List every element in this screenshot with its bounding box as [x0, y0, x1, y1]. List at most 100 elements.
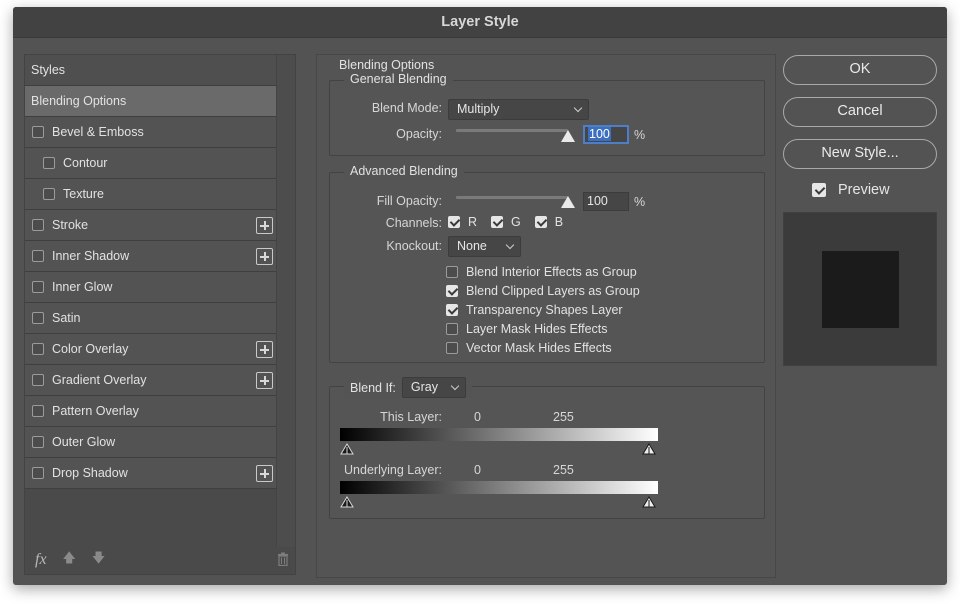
style-item-label: Color Overlay	[52, 342, 129, 356]
style-item-drop-shadow[interactable]: Drop Shadow	[25, 458, 277, 489]
style-item-pattern-overlay[interactable]: Pattern Overlay	[25, 396, 277, 427]
option-checkbox[interactable]	[446, 284, 458, 297]
style-item-label: Inner Glow	[52, 280, 113, 294]
channel-label: B	[554, 215, 564, 229]
blend-mode-value: Multiply	[457, 102, 500, 116]
channel-label: G	[511, 215, 521, 229]
style-checkbox[interactable]	[32, 312, 44, 324]
new-style-button[interactable]: New Style...	[783, 139, 937, 169]
style-item-contour[interactable]: Contour	[25, 148, 277, 179]
style-item-styles[interactable]: Styles	[25, 55, 277, 86]
channel-checkbox[interactable]	[534, 216, 547, 228]
opacity-input[interactable]: 100	[583, 125, 629, 144]
option-checkbox[interactable]	[446, 303, 458, 316]
underlying-layer-gradient	[340, 481, 658, 494]
channel-b-toggle[interactable]: B	[534, 215, 564, 229]
this-layer-white-stop[interactable]	[642, 443, 656, 455]
blend-if-dropdown[interactable]: Gray	[401, 377, 466, 398]
channel-checkbox[interactable]	[448, 216, 460, 228]
general-blending-group: General Blending Blend Mode: Multiply Op…	[329, 72, 765, 156]
knockout-label: Knockout:	[386, 239, 442, 253]
style-item-label: Outer Glow	[52, 435, 116, 449]
fill-opacity-input[interactable]: 100	[583, 192, 629, 211]
fill-opacity-label: Fill Opacity:	[376, 194, 442, 208]
opacity-slider-track[interactable]	[456, 129, 568, 132]
trash-icon[interactable]	[277, 552, 289, 566]
ok-button[interactable]: OK	[783, 55, 937, 85]
style-checkbox[interactable]	[32, 126, 44, 138]
style-item-label: Blending Options	[31, 94, 127, 108]
this-layer-black-stop[interactable]	[340, 443, 354, 455]
style-checkbox[interactable]	[32, 281, 44, 293]
fill-opacity-slider-thumb[interactable]	[561, 196, 575, 208]
arrow-up-icon[interactable]: 🡅	[63, 549, 76, 571]
add-inner-shadow-icon[interactable]	[256, 248, 273, 265]
channel-r-toggle[interactable]: R	[448, 215, 477, 229]
style-checkbox[interactable]	[32, 467, 44, 479]
style-item-label: Inner Shadow	[52, 249, 130, 263]
cancel-button[interactable]: Cancel	[783, 97, 937, 127]
opacity-label: Opacity:	[396, 127, 442, 141]
style-item-label: Texture	[63, 187, 104, 201]
fx-menu-button[interactable]: fx	[35, 551, 47, 569]
chevron-down-icon	[573, 103, 583, 113]
style-checkbox[interactable]	[43, 188, 55, 200]
style-item-outer-glow[interactable]: Outer Glow	[25, 427, 277, 458]
option-checkbox[interactable]	[446, 322, 458, 335]
underlying-layer-label: Underlying Layer:	[344, 463, 442, 477]
blend-if-value: Gray	[410, 380, 438, 394]
styles-scrollbar[interactable]	[276, 55, 295, 547]
advanced-options-list: Blend Interior Effects as Group Blend Cli…	[446, 262, 640, 357]
underlying-layer-min: 0	[474, 463, 481, 477]
style-item-stroke[interactable]: Stroke	[25, 210, 277, 241]
channel-label: R	[468, 215, 478, 229]
option-transparency-shapes-layer[interactable]: Transparency Shapes Layer	[446, 300, 640, 319]
layer-style-dialog: Layer Style Styles Blending Options Bevel …	[13, 7, 947, 585]
channel-g-toggle[interactable]: G	[491, 215, 521, 229]
option-label: Transparency Shapes Layer	[466, 302, 623, 317]
add-drop-shadow-icon[interactable]	[256, 465, 273, 482]
opacity-slider-thumb[interactable]	[561, 130, 575, 142]
option-label: Layer Mask Hides Effects	[466, 321, 608, 336]
option-blend-interior-effects-as-group[interactable]: Blend Interior Effects as Group	[446, 262, 640, 281]
style-item-color-overlay[interactable]: Color Overlay	[25, 334, 277, 365]
option-checkbox[interactable]	[446, 265, 458, 278]
advanced-blending-group: Advanced Blending Fill Opacity: 100 % Ch…	[329, 164, 765, 363]
style-checkbox[interactable]	[32, 405, 44, 417]
style-item-blending-options[interactable]: Blending Options	[25, 86, 277, 117]
arrow-down-icon[interactable]: 🡇	[92, 549, 105, 571]
add-gradient-overlay-icon[interactable]	[256, 372, 273, 389]
option-layer-mask-hides-effects[interactable]: Layer Mask Hides Effects	[446, 319, 640, 338]
add-stroke-icon[interactable]	[256, 217, 273, 234]
style-checkbox[interactable]	[32, 374, 44, 386]
style-checkbox[interactable]	[32, 219, 44, 231]
option-label: Blend Clipped Layers as Group	[466, 283, 640, 298]
channel-checkbox[interactable]	[491, 216, 504, 228]
option-blend-clipped-layers-as-group[interactable]: Blend Clipped Layers as Group	[446, 281, 640, 300]
preview-toggle[interactable]: Preview	[812, 182, 890, 198]
option-checkbox[interactable]	[446, 341, 458, 354]
style-item-label: Bevel & Emboss	[52, 125, 144, 139]
style-checkbox[interactable]	[43, 157, 55, 169]
style-item-gradient-overlay[interactable]: Gradient Overlay	[25, 365, 277, 396]
style-item-inner-glow[interactable]: Inner Glow	[25, 272, 277, 303]
general-blending-title: General Blending	[344, 72, 453, 86]
style-item-texture[interactable]: Texture	[25, 179, 277, 210]
fill-opacity-slider-track[interactable]	[456, 196, 568, 199]
preview-checkbox[interactable]	[812, 183, 826, 197]
option-vector-mask-hides-effects[interactable]: Vector Mask Hides Effects	[446, 338, 640, 357]
blend-if-header: Blend If: Gray	[344, 377, 472, 398]
style-item-label: Contour	[63, 156, 108, 170]
style-checkbox[interactable]	[32, 436, 44, 448]
add-color-overlay-icon[interactable]	[256, 341, 273, 358]
underlying-layer-white-stop[interactable]	[642, 496, 656, 508]
style-checkbox[interactable]	[32, 250, 44, 262]
style-item-inner-shadow[interactable]: Inner Shadow	[25, 241, 277, 272]
this-layer-min: 0	[474, 410, 481, 424]
style-item-satin[interactable]: Satin	[25, 303, 277, 334]
knockout-dropdown[interactable]: None	[448, 236, 521, 257]
blend-mode-dropdown[interactable]: Multiply	[448, 99, 589, 120]
underlying-layer-black-stop[interactable]	[340, 496, 354, 508]
style-checkbox[interactable]	[32, 343, 44, 355]
style-item-bevel-emboss[interactable]: Bevel & Emboss	[25, 117, 277, 148]
